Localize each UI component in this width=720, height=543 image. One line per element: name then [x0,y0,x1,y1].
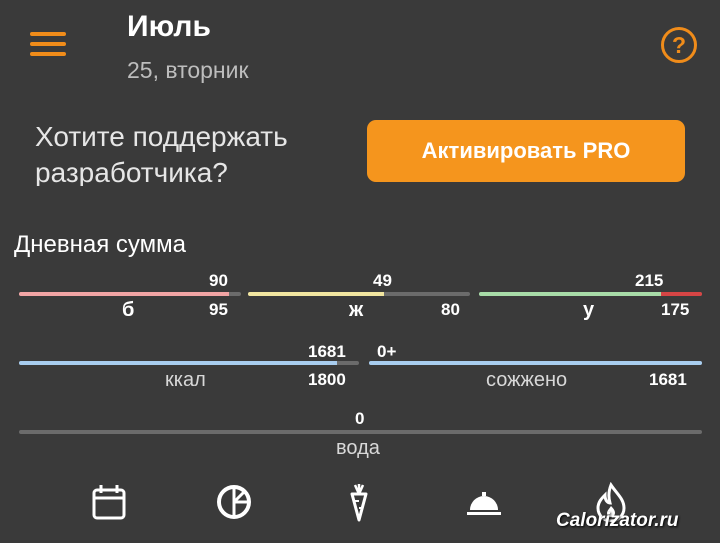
carbs-label: у [583,299,595,321]
fat-bar-fill [248,292,384,296]
pie-chart-icon [217,485,251,519]
water-bar [19,430,702,434]
watermark: Calorizator.ru [556,510,679,531]
date-subtitle: 25, вторник [127,57,249,83]
protein-bar-fill [19,292,230,296]
water-label: вода [336,437,380,459]
kcal-bar-fill [19,361,337,365]
carbs-current: 215 [635,271,664,290]
carbs-goal: 175 [661,300,690,319]
calendar-icon [92,485,126,520]
menu-button[interactable] [30,30,66,58]
kcal-bar [19,361,359,365]
cloche-icon [467,492,501,515]
nav-products[interactable] [339,482,379,522]
help-icon[interactable]: ? [661,27,697,63]
carbs-bar-fill [479,292,661,296]
burned-bar-fill [369,361,702,365]
fat-bar [248,292,470,296]
kcal-label: ккал [165,369,206,391]
nav-meals[interactable] [464,482,504,522]
carbs-bar [479,292,702,296]
fat-goal: 80 [441,300,460,319]
daily-summary-title: Дневная сумма [14,231,186,258]
nav-stats[interactable] [214,482,254,522]
kcal-current: 1681 [308,342,346,361]
burned-goal: 1681 [649,370,687,389]
menu-icon-line [30,52,66,56]
protein-label: б [122,299,135,321]
carrot-icon [350,484,368,522]
burned-label: сожжено [486,369,568,391]
fat-current: 49 [373,271,392,290]
fat-label: ж [349,299,364,321]
menu-icon-line [30,32,66,36]
support-prompt: Хотите поддержать разработчика? [35,121,288,186]
protein-goal: 95 [209,300,228,319]
menu-icon-line [30,42,66,46]
protein-current: 90 [209,271,228,290]
burned-current: 0+ [377,342,397,361]
activate-pro-button[interactable]: Активировать PRO [367,120,685,182]
protein-bar [19,292,241,296]
water-current: 0 [355,409,365,428]
carbs-bar-over-fill [660,292,702,296]
month-title: Июль [127,10,211,43]
kcal-goal: 1800 [308,370,346,389]
burned-bar [369,361,702,365]
nav-calendar[interactable] [89,482,129,522]
